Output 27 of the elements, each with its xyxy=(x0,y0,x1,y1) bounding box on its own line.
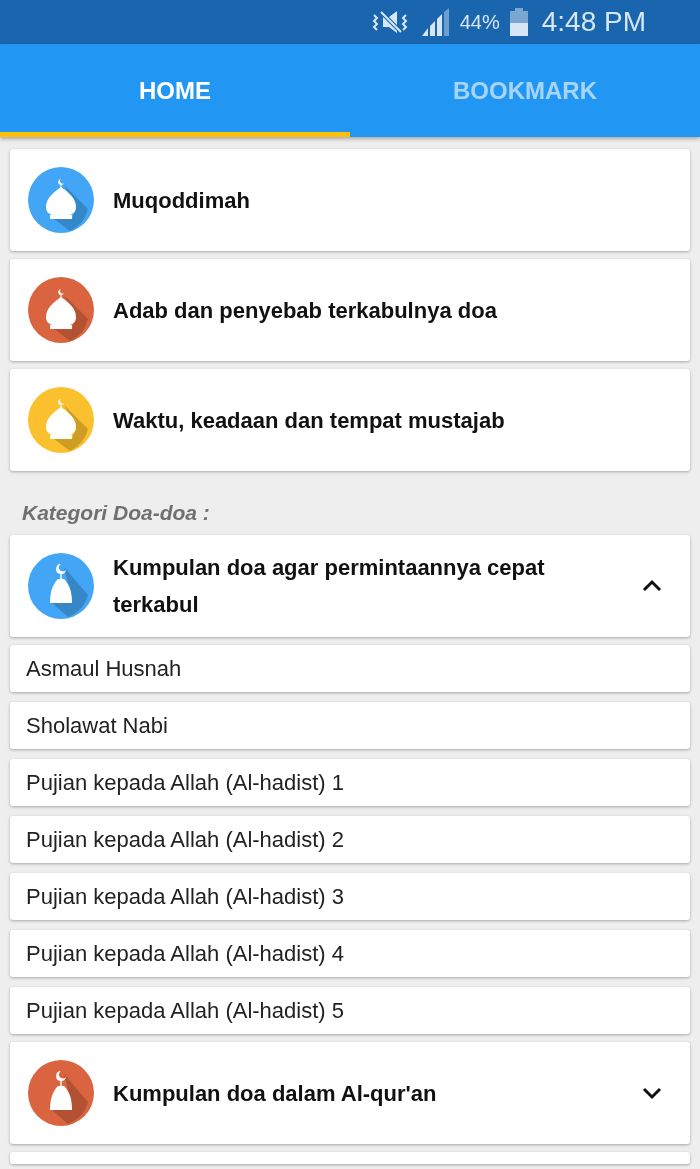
menu-card[interactable]: Muqoddimah xyxy=(10,149,690,251)
section-label: Kategori Doa-doa : xyxy=(21,500,211,526)
list-item[interactable]: Asmaul Husnah xyxy=(10,645,690,692)
menu-title: Muqoddimah xyxy=(113,186,251,215)
list-item[interactable]: Pujian kepada Allah (Al-hadist) 2 xyxy=(10,816,690,863)
battery-icon xyxy=(509,8,528,36)
category-title: Kumpulan doa agar permintaannya cepat terkabul xyxy=(113,554,546,619)
category-card[interactable]: Kumpulan doa dalam Al-qur'an xyxy=(10,1042,690,1144)
lantern-icon xyxy=(28,1060,94,1126)
battery-percent: 44% xyxy=(459,10,500,34)
category-title: Kumpulan doa dalam Al-qur'an xyxy=(113,1079,438,1108)
dome-icon xyxy=(28,387,94,453)
list-item[interactable]: Pujian kepada Allah (Al-hadist) 4 xyxy=(10,930,690,977)
list-item[interactable]: Pujian kepada Allah (Al-hadist) 3 xyxy=(10,873,690,920)
dome-icon xyxy=(28,277,94,343)
list-item[interactable]: Sholawat Nabi xyxy=(10,702,690,749)
list-item[interactable]: Pujian kepada Allah (Al-hadist) 5 xyxy=(10,987,690,1034)
menu-title: Adab dan penyebab terkabulnya doa xyxy=(113,296,498,325)
menu-title: Waktu, keadaan dan tempat mustajab xyxy=(113,406,506,435)
lantern-icon xyxy=(28,553,94,619)
menu-card[interactable]: Adab dan penyebab terkabulnya doa xyxy=(10,259,690,361)
dome-icon xyxy=(28,167,94,233)
list-item[interactable]: Pujian kepada Allah (Al-hadist) 1 xyxy=(10,759,690,806)
menu-card[interactable]: Waktu, keadaan dan tempat mustajab xyxy=(10,369,690,471)
signal-icon xyxy=(419,8,450,36)
category-card[interactable]: Kumpulan doa agar permintaannya cepat terkabul xyxy=(10,535,690,637)
clock: 4:48 PM xyxy=(541,6,646,38)
